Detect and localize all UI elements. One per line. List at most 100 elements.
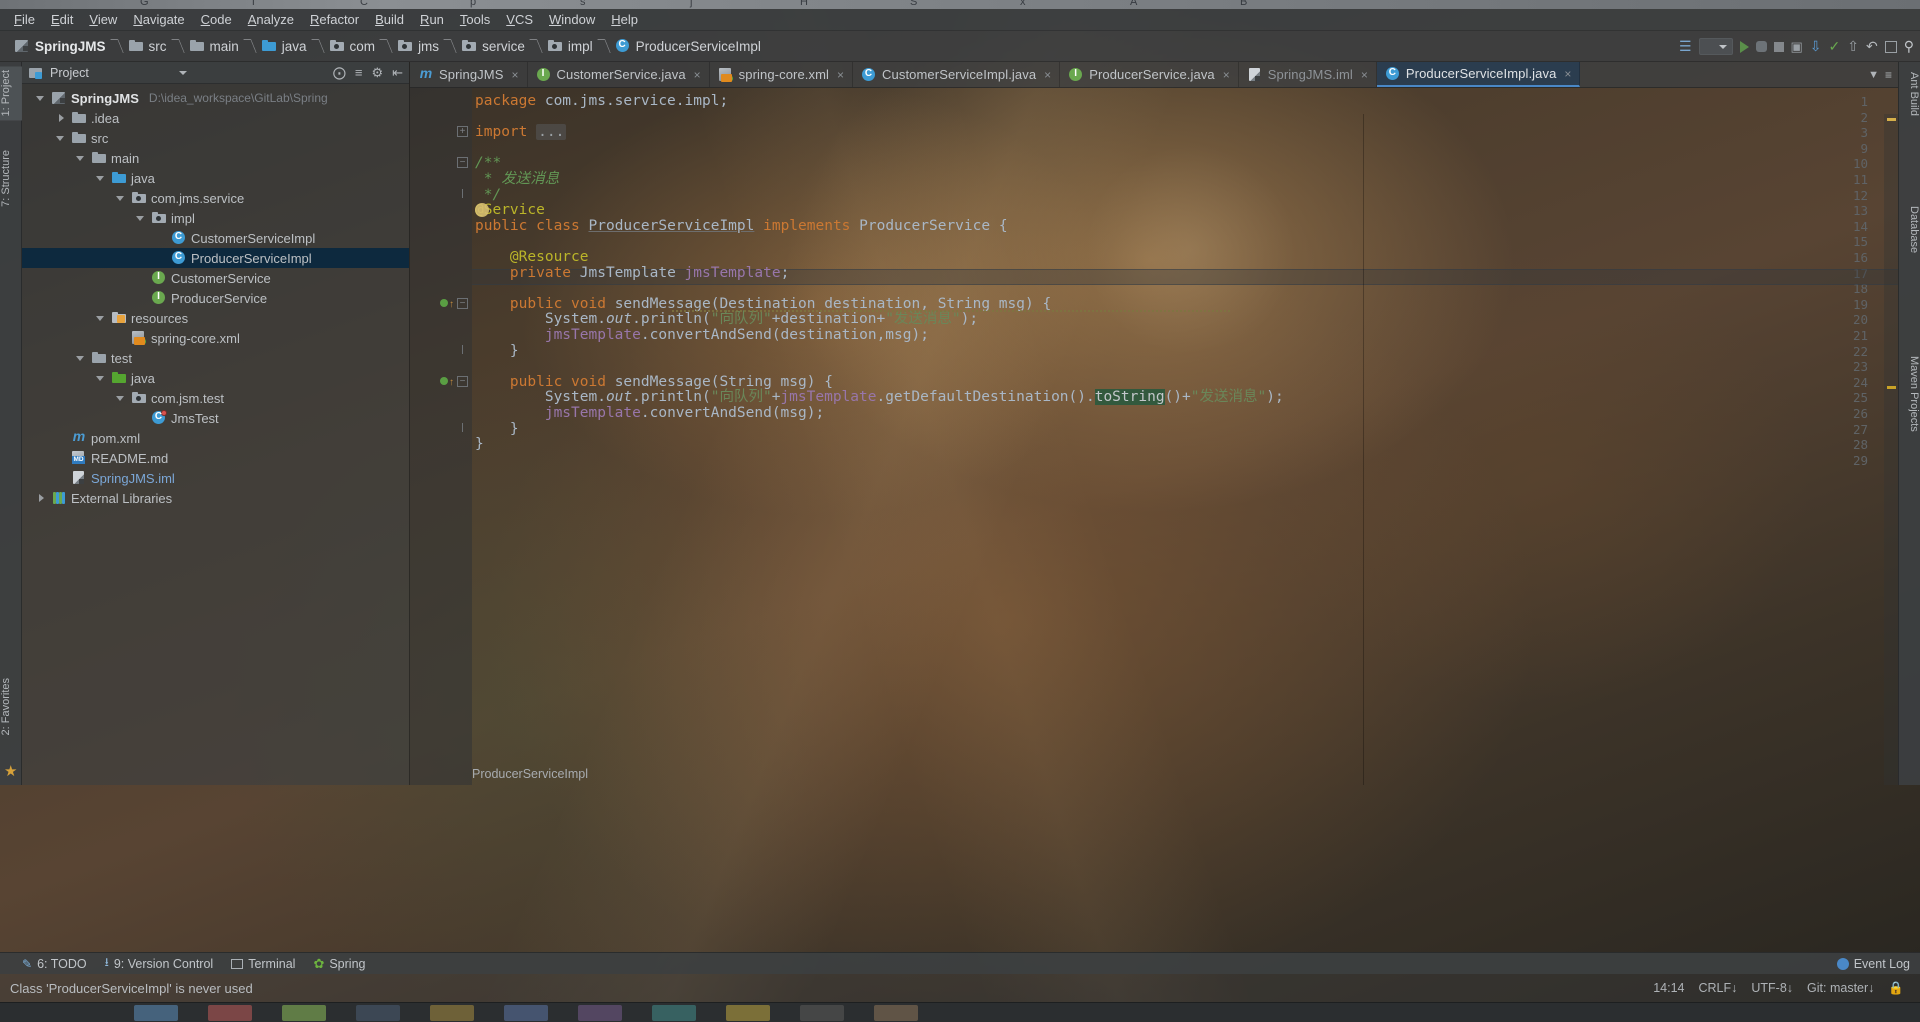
taskbar-button[interactable] (282, 1004, 326, 1021)
chevron-down-icon[interactable] (96, 373, 107, 384)
menu-item-edit[interactable]: Edit (43, 10, 81, 29)
tree-node--idea[interactable]: .idea (22, 108, 409, 128)
menu-item-file[interactable]: File (6, 10, 43, 29)
file-encoding[interactable]: UTF-8↓ (1751, 981, 1793, 995)
taskbar-button[interactable] (134, 1004, 178, 1021)
git-push-icon[interactable]: ⇧ (1847, 38, 1859, 55)
tool-window-button-ant-build[interactable]: Ant Build (1898, 68, 1920, 120)
menu-item-help[interactable]: Help (603, 10, 646, 29)
sync-icon[interactable]: ☰ (1679, 38, 1692, 55)
breadcrumb-item-producerserviceimpl[interactable]: ProducerServiceImpl (611, 37, 763, 54)
close-icon[interactable]: × (1223, 68, 1230, 82)
editor-tab-springjms[interactable]: SpringJMS × (410, 62, 528, 87)
search-icon[interactable]: ⚲ (1904, 38, 1914, 55)
tool-window-button-project[interactable]: 1: Project (0, 66, 22, 121)
close-icon[interactable]: × (837, 68, 844, 82)
chevron-right-icon[interactable] (36, 493, 47, 504)
tree-node-main[interactable]: main (22, 148, 409, 168)
menu-item-view[interactable]: View (81, 10, 125, 29)
menu-item-vcs[interactable]: VCS (498, 10, 541, 29)
project-tree[interactable]: SpringJMS D:\idea_workspace\GitLab\Spring… (22, 84, 409, 785)
menu-item-run[interactable]: Run (412, 10, 452, 29)
tree-node-java[interactable]: java (22, 168, 409, 188)
taskbar-button[interactable] (356, 1004, 400, 1021)
tree-node-producerserviceimpl[interactable]: ProducerServiceImpl (22, 248, 409, 268)
tree-node-src[interactable]: src (22, 128, 409, 148)
taskbar-button[interactable] (208, 1004, 252, 1021)
chevron-right-icon[interactable] (56, 113, 67, 124)
chevron-down-icon[interactable] (116, 393, 127, 404)
git-branch[interactable]: Git: master↓ (1807, 981, 1874, 995)
fold-collapse-icon[interactable]: − (457, 297, 468, 309)
chevron-down-icon[interactable] (178, 70, 187, 75)
chevron-down-icon[interactable] (136, 213, 147, 224)
menu-item-window[interactable]: Window (541, 10, 603, 29)
tree-node-com-jsm-test[interactable]: com.jsm.test (22, 388, 409, 408)
stop-icon[interactable] (1773, 41, 1784, 52)
close-icon[interactable]: × (511, 68, 518, 82)
tool-window-button-favorites[interactable]: 2: Favorites (0, 674, 22, 739)
taskbar-button[interactable] (504, 1004, 548, 1021)
tree-node-customerservice[interactable]: CustomerService (22, 268, 409, 288)
tool-window-button-version-control[interactable]: ⭳ 9: Version Control (105, 953, 214, 974)
editor-tab-producerservice-java[interactable]: ProducerService.java × (1060, 62, 1239, 87)
editor-tab-spring-core-xml[interactable]: spring-core.xml × (710, 62, 854, 87)
debug-icon[interactable] (1755, 41, 1767, 52)
fold-end-icon[interactable] (457, 344, 468, 356)
tree-node-external-libraries[interactable]: External Libraries (22, 488, 409, 508)
menu-item-build[interactable]: Build (367, 10, 412, 29)
close-icon[interactable]: × (1361, 68, 1368, 82)
tree-node-jmstest[interactable]: JmsTest (22, 408, 409, 428)
chevron-down-icon[interactable] (116, 193, 127, 204)
caret-position[interactable]: 14:14 (1653, 981, 1684, 995)
taskbar-button[interactable] (578, 1004, 622, 1021)
more-tabs-icon[interactable]: ≡ (1885, 68, 1892, 82)
tree-node-java[interactable]: java (22, 368, 409, 388)
line-separator[interactable]: CRLF↓ (1698, 981, 1737, 995)
tool-window-button-maven-projects[interactable]: Maven Projects (1898, 352, 1920, 436)
menu-item-navigate[interactable]: Navigate (125, 10, 192, 29)
menu-item-code[interactable]: Code (193, 10, 240, 29)
taskbar-button[interactable] (800, 1004, 844, 1021)
editor-tab-producerserviceimpl-java[interactable]: ProducerServiceImpl.java × (1376, 62, 1581, 87)
settings-icon[interactable]: ⚙ (371, 65, 383, 81)
tree-node-impl[interactable]: impl (22, 208, 409, 228)
error-stripe-gutter[interactable] (1884, 114, 1898, 785)
chevron-down-icon[interactable] (96, 173, 107, 184)
taskbar-button[interactable] (874, 1004, 918, 1021)
close-icon[interactable]: × (694, 68, 701, 82)
fold-end-icon[interactable] (457, 188, 468, 200)
tool-window-button-structure[interactable]: 7: Structure (0, 146, 22, 211)
editor-tab-springjms-iml[interactable]: SpringJMS.iml × (1239, 62, 1377, 87)
event-log-button[interactable]: Event Log (1836, 957, 1910, 971)
chevron-down-icon[interactable] (96, 313, 107, 324)
chevron-down-icon[interactable] (56, 133, 67, 144)
tool-window-button-terminal[interactable]: Terminal (231, 957, 295, 971)
breadcrumb-item-main[interactable]: main (185, 38, 241, 54)
editor-breadcrumb[interactable]: ProducerServiceImpl (472, 763, 588, 785)
breadcrumb-item-src[interactable]: src (124, 38, 169, 54)
git-update-icon[interactable]: ⇩ (1810, 38, 1822, 55)
editor-tab-customerservice-java[interactable]: CustomerService.java × (528, 62, 710, 87)
collapse-all-icon[interactable]: ≡ (355, 65, 363, 80)
close-icon[interactable]: × (1564, 67, 1571, 81)
tree-node-test[interactable]: test (22, 348, 409, 368)
tree-node-resources[interactable]: resources (22, 308, 409, 328)
lock-icon[interactable]: 🔒 (1888, 981, 1904, 996)
implementing-method-icon[interactable]: ↑ (440, 298, 454, 310)
fold-collapse-icon[interactable]: − (457, 375, 468, 387)
tree-node-pom-xml[interactable]: pom.xml (22, 428, 409, 448)
chevron-down-icon[interactable] (76, 153, 87, 164)
fold-end-icon[interactable] (457, 422, 468, 434)
tree-node-producerservice[interactable]: ProducerService (22, 288, 409, 308)
coverage-icon[interactable]: ▣ (1791, 39, 1803, 55)
hide-icon[interactable]: ⇤ (392, 65, 403, 81)
warning-stripe[interactable] (1887, 386, 1896, 389)
locate-icon[interactable]: ⨀ (333, 65, 346, 81)
breadcrumb-item-springjms[interactable]: SpringJMS (10, 38, 108, 54)
tree-node-com-jms-service[interactable]: com.jms.service (22, 188, 409, 208)
breadcrumb-item-java[interactable]: java (257, 38, 309, 54)
menu-item-tools[interactable]: Tools (452, 10, 498, 29)
bookmark-star-icon[interactable]: ★ (4, 762, 17, 780)
chevron-down-icon[interactable] (76, 353, 87, 364)
